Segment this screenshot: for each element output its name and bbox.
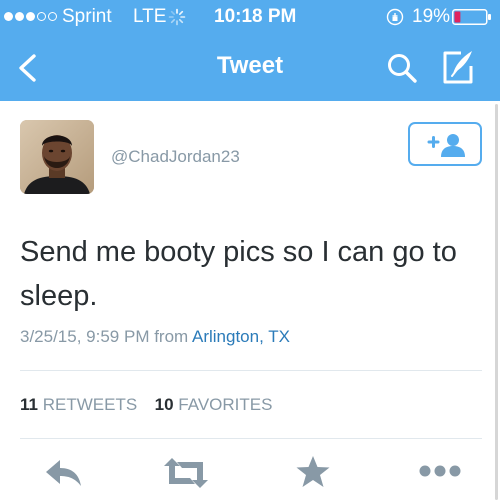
search-icon[interactable] <box>386 52 418 84</box>
follow-button[interactable] <box>408 122 482 166</box>
scrollbar[interactable] <box>495 104 498 500</box>
tweet-timestamp: 3/25/15, 9:59 PM from Arlington, TX <box>20 326 290 348</box>
battery-icon <box>452 9 491 25</box>
status-bar: Sprint LTE 10:18 PM 19% <box>0 0 500 34</box>
compose-icon[interactable] <box>441 48 477 86</box>
tweet-text: Send me booty pics so I can go to sleep. <box>20 236 457 312</box>
favorites-count[interactable]: 10 <box>155 395 174 414</box>
battery-percentage: 19% <box>412 6 451 27</box>
reply-icon[interactable] <box>44 458 84 488</box>
retweets-label[interactable]: RETWEETS <box>43 395 137 414</box>
network-type: LTE <box>133 6 167 27</box>
tweet-location-link[interactable]: Arlington, TX <box>192 327 290 346</box>
avatar-photo <box>20 120 94 194</box>
signal-dot <box>37 12 46 21</box>
retweets-count[interactable]: 11 <box>20 395 38 414</box>
divider <box>20 370 482 371</box>
favorites-label[interactable]: FAVORITES <box>178 395 272 414</box>
signal-strength-icon <box>4 12 57 21</box>
tweet-detail-screen: Sprint LTE 10:18 PM 19% Tweet @ChadJorda… <box>0 0 500 500</box>
orientation-lock-icon <box>386 8 404 26</box>
page-title: Tweet <box>216 52 284 79</box>
signal-dot <box>4 12 13 21</box>
tweet-stats: 11 RETWEETS 10 FAVORITES <box>20 394 272 416</box>
more-options-icon[interactable] <box>418 464 462 478</box>
activity-spinner-icon <box>168 8 186 26</box>
signal-dot <box>48 12 57 21</box>
nav-bar: Tweet <box>0 34 500 101</box>
signal-dot <box>15 12 24 21</box>
retweet-icon[interactable] <box>162 456 210 490</box>
add-user-icon <box>427 134 465 157</box>
app-header: Sprint LTE 10:18 PM 19% Tweet <box>0 0 500 101</box>
favorite-star-icon[interactable] <box>295 455 331 489</box>
carrier-name: Sprint <box>62 6 112 27</box>
signal-dot <box>26 12 35 21</box>
tweet-date: 3/25/15, 9:59 PM from <box>20 327 192 346</box>
username[interactable]: @ChadJordan23 <box>111 146 240 168</box>
divider <box>20 438 482 439</box>
status-time: 10:18 PM <box>214 6 297 27</box>
avatar[interactable] <box>20 120 94 194</box>
